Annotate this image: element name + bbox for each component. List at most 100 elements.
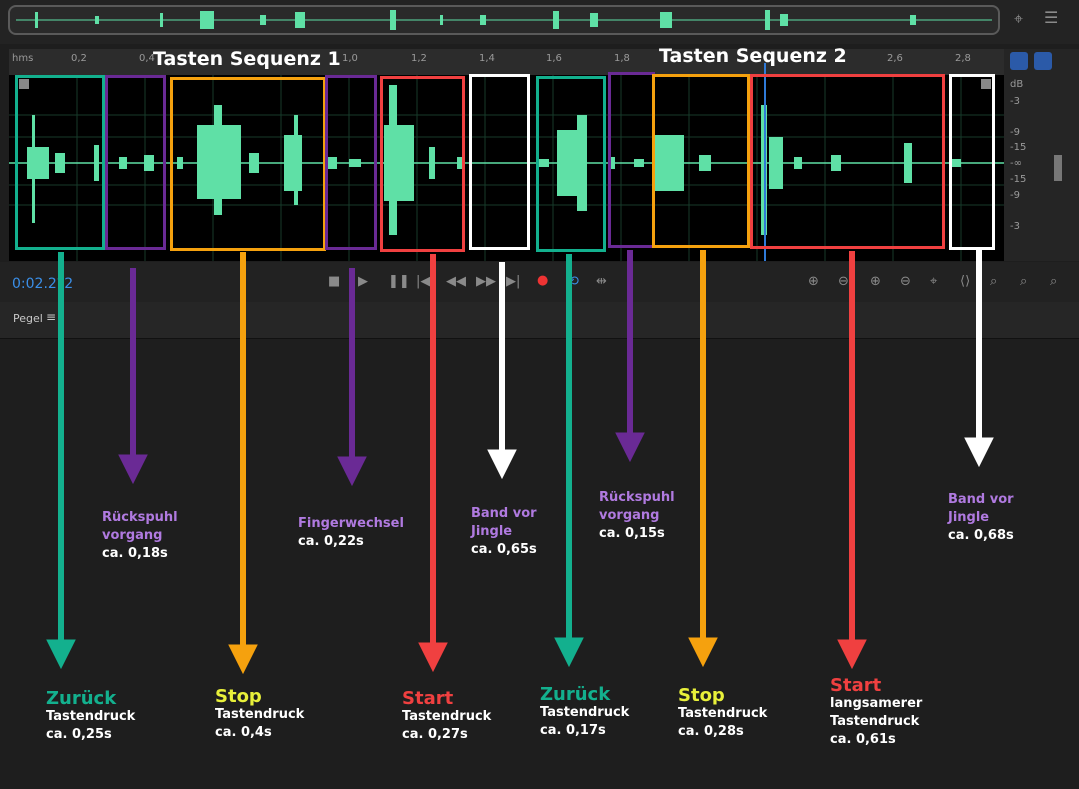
snap-magnet-icon[interactable]: [1010, 52, 1028, 70]
label-line: langsamerer: [830, 696, 923, 711]
box-start-1: [380, 76, 465, 252]
label-line: Rückspuhl: [102, 510, 178, 525]
box-rueckspuhl-1: [105, 75, 166, 250]
label-line: ca. 0,17s: [540, 723, 606, 738]
label-start-2: Start langsamerer Tastendruck ca. 0,61s: [830, 677, 922, 749]
skip-selection-icon[interactable]: ⇹: [596, 274, 607, 289]
label-band-2: Band vor Jingle ca. 0,68s: [948, 491, 1014, 545]
ruler-tick: 2,8: [955, 53, 971, 64]
label-line: ca. 0,28s: [678, 724, 744, 739]
label-line: Band vor: [471, 506, 537, 521]
zoom-in-point-icon[interactable]: ⌕: [990, 274, 997, 289]
label-title: Zurück: [46, 688, 117, 709]
time-display: 0:02.2?2: [12, 276, 74, 292]
ruler-tick: 1,6: [546, 53, 562, 64]
box-fingerwechsel: [325, 75, 377, 250]
db-label: -∞: [1010, 158, 1022, 169]
label-line: ca. 0,22s: [298, 534, 364, 549]
label-fingerwechsel: Fingerwechsel ca. 0,22s: [298, 515, 404, 551]
loop-icon[interactable]: ⟲: [568, 274, 579, 289]
box-stop-1: [170, 77, 326, 251]
rewind-icon[interactable]: ◀◀: [446, 274, 466, 289]
db-label: -3: [1010, 221, 1020, 232]
label-line: ca. 0,27s: [402, 727, 468, 742]
label-title: Stop: [678, 685, 725, 706]
zoom-in-amplitude-icon[interactable]: ⊕: [808, 274, 819, 289]
pause-icon[interactable]: ❚❚: [388, 274, 410, 289]
label-line: ca. 0,61s: [830, 732, 896, 747]
label-line: ca. 0,15s: [599, 526, 665, 541]
skip-back-icon[interactable]: |◀: [416, 274, 430, 289]
record-icon[interactable]: ●: [537, 273, 548, 288]
label-line: Rückspuhl: [599, 490, 675, 505]
menu-lines-icon[interactable]: ☰: [1044, 8, 1058, 27]
label-title: Start: [830, 675, 882, 696]
ruler-tick: 2,6: [887, 53, 903, 64]
box-stop-2: [652, 74, 750, 248]
zoom-navigator-icon[interactable]: ⌖: [1014, 9, 1023, 29]
box-zurueck-2: [536, 76, 606, 252]
label-line: Tastendruck: [46, 709, 136, 724]
label-line: Band vor: [948, 492, 1014, 507]
label-band-1: Band vor Jingle ca. 0,65s: [471, 505, 537, 559]
label-stop-2: Stop Tastendruck ca. 0,28s: [678, 687, 767, 741]
overview-waveform: [16, 10, 992, 30]
box-start-2: [750, 74, 945, 249]
label-line: ca. 0,18s: [102, 546, 168, 561]
zoom-out-amplitude-icon[interactable]: ⊖: [838, 274, 849, 289]
zoom-full-icon[interactable]: ⌖: [930, 274, 937, 289]
pegel-panel-header: [0, 302, 1079, 339]
label-title: Stop: [215, 686, 262, 707]
label-title: Start: [402, 688, 454, 709]
db-label: -15: [1010, 142, 1027, 153]
ruler-unit: hms: [12, 53, 34, 64]
label-line: Tastendruck: [215, 707, 305, 722]
box-rueckspuhl-2: [608, 72, 655, 248]
marker-pin-icon[interactable]: [1034, 52, 1052, 70]
label-line: Tastendruck: [402, 709, 492, 724]
vertical-zoom-handle[interactable]: [1054, 155, 1062, 181]
label-zurueck-1: Zurück Tastendruck ca. 0,25s: [46, 690, 135, 744]
box-band-2: [949, 74, 995, 250]
label-line: Jingle: [471, 524, 513, 539]
zoom-reset-icon[interactable]: ⌕: [1050, 274, 1057, 289]
db-label: -3: [1010, 96, 1020, 107]
label-title: Zurück: [540, 684, 611, 705]
sequence-2-title: Tasten Sequenz 2: [659, 45, 847, 67]
db-label: -15: [1010, 174, 1027, 185]
stop-icon[interactable]: ■: [328, 274, 340, 289]
db-label: -9: [1010, 190, 1020, 201]
label-line: Jingle: [948, 510, 990, 525]
play-icon[interactable]: ▶: [358, 274, 368, 289]
zoom-out-time-icon[interactable]: ⊖: [900, 274, 911, 289]
zoom-selection-icon[interactable]: ⟨⟩: [960, 274, 970, 289]
ruler-tick: 1,0: [342, 53, 358, 64]
box-zurueck-1: [15, 75, 105, 250]
zoom-out-point-icon[interactable]: ⌕: [1020, 274, 1027, 289]
db-unit: dB: [1010, 79, 1024, 90]
ruler-tick: 0,2: [71, 53, 87, 64]
label-stop-1: Stop Tastendruck ca. 0,4s: [215, 688, 304, 742]
zoom-in-time-icon[interactable]: ⊕: [870, 274, 881, 289]
panel-label: Pegel: [13, 312, 43, 325]
panel-menu-icon[interactable]: ≡: [46, 310, 56, 324]
label-line: Tastendruck: [830, 714, 920, 729]
label-line: ca. 0,68s: [948, 528, 1014, 543]
sequence-1-title: Tasten Sequenz 1: [153, 48, 341, 70]
label-line: Tastendruck: [540, 705, 630, 720]
waveform-overview[interactable]: [8, 5, 1000, 35]
label-line: vorgang: [599, 508, 660, 523]
label-rueckspuhl-1: Rückspuhl vorgang ca. 0,18s: [102, 509, 178, 563]
label-line: ca. 0,65s: [471, 542, 537, 557]
skip-forward-icon[interactable]: ▶|: [506, 274, 520, 289]
label-line: vorgang: [102, 528, 163, 543]
label-zurueck-2: Zurück Tastendruck ca. 0,17s: [540, 686, 629, 740]
label-start-1: Start Tastendruck ca. 0,27s: [402, 690, 491, 744]
label-rueckspuhl-2: Rückspuhl vorgang ca. 0,15s: [599, 489, 675, 543]
label-line: Fingerwechsel: [298, 516, 404, 531]
ruler-tick: 1,2: [411, 53, 427, 64]
fast-forward-icon[interactable]: ▶▶: [476, 274, 496, 289]
db-label: -9: [1010, 127, 1020, 138]
label-line: ca. 0,4s: [215, 725, 272, 740]
ruler-tick: 1,8: [614, 53, 630, 64]
